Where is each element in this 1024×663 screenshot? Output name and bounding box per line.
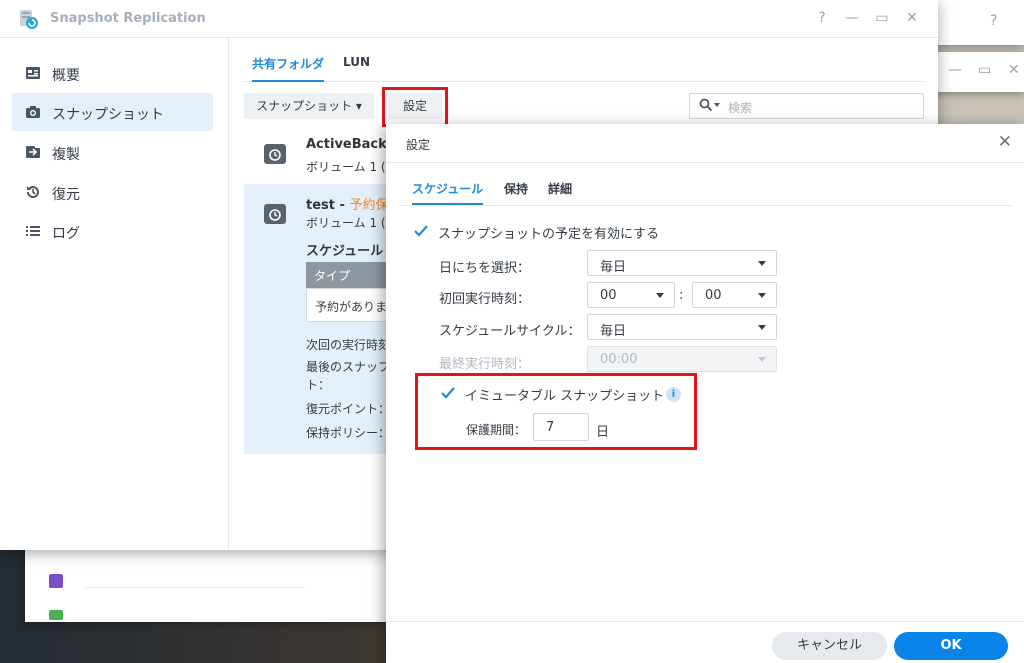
detail-last-snapshot-cont: ト：: [306, 378, 331, 392]
detail-retention-policy: 保持ポリシー：: [306, 426, 391, 440]
last-run-select-value: 00:00: [600, 352, 638, 367]
hour-select-value: 00: [600, 288, 617, 303]
minimize-icon[interactable]: —: [844, 10, 860, 26]
overview-icon: [26, 67, 40, 79]
app-icon: [49, 574, 63, 588]
search-box[interactable]: 検索: [689, 93, 924, 119]
tab-shared-folder[interactable]: 共有フォルダ: [252, 55, 325, 82]
last-run-label: 最終実行時刻：: [439, 357, 531, 372]
snapshot-dropdown-button[interactable]: スナップショット ▾: [244, 93, 374, 119]
sidebar-item-label: 復元: [52, 187, 80, 203]
search-icon: [699, 98, 713, 112]
last-run-select: 00:00: [587, 346, 777, 372]
tab-lun[interactable]: LUN: [343, 55, 370, 69]
sidebar-item-overview[interactable]: 概要: [12, 54, 213, 92]
table-cell: 予約がありま: [315, 300, 388, 314]
chevron-down-icon: [758, 357, 766, 362]
maximize-icon[interactable]: ▭: [874, 10, 890, 26]
tab-schedule[interactable]: スケジュール: [412, 180, 484, 205]
sidebar-item-label: 複製: [52, 147, 80, 163]
ok-button[interactable]: OK: [894, 632, 1008, 660]
cycle-select-value: 毎日: [600, 324, 627, 339]
date-label: 日にちを選択：: [439, 261, 531, 276]
background-window-top[interactable]: ?: [930, 0, 1024, 45]
dialog-title: 設定: [406, 138, 431, 152]
tab-retention[interactable]: 保持: [504, 180, 528, 197]
window-title: Snapshot Replication: [50, 11, 206, 26]
sidebar-item-label: 概要: [52, 68, 80, 84]
cycle-select[interactable]: 毎日: [587, 314, 777, 340]
log-icon: [26, 226, 40, 236]
background-window-second[interactable]: — ▭ ✕: [930, 52, 1024, 92]
shared-folder-snapshot-icon: [264, 144, 286, 164]
enable-schedule-label: スナップショットの予定を有効にする: [438, 227, 660, 242]
cancel-button[interactable]: キャンセル: [772, 632, 887, 660]
minimize-icon[interactable]: —: [948, 62, 962, 78]
sidebar: 概要 スナップショット 複製 復元 ログ: [0, 38, 229, 550]
tab-bar: 共有フォルダ LUN: [244, 38, 924, 82]
close-icon[interactable]: ✕: [904, 10, 920, 26]
restore-icon: [26, 186, 39, 199]
chevron-down-icon: [758, 293, 766, 298]
chevron-down-icon: [656, 293, 664, 298]
minute-select-value: 00: [705, 288, 722, 303]
sidebar-item-snapshot[interactable]: スナップショット: [12, 93, 213, 131]
cycle-label: スケジュールサイクル：: [439, 324, 581, 339]
enable-schedule-checkbox[interactable]: [413, 223, 429, 239]
chevron-down-icon: [714, 103, 720, 107]
table-header-type: タイプ: [314, 269, 351, 283]
search-placeholder: 検索: [728, 101, 753, 115]
replication-icon: [26, 146, 40, 158]
detail-next-run: 次回の実行時刻: [306, 338, 391, 352]
chevron-down-icon: [758, 325, 766, 330]
list-item-subtitle: ボリューム 1 (: [306, 216, 386, 230]
first-run-label: 初回実行時刻：: [439, 292, 531, 307]
settings-dialog: 設定 ✕ スケジュール 保持 詳細 スナップショットの予定を有効にする 日にちを…: [386, 124, 1024, 663]
detail-restore-points: 復元ポイント：: [306, 402, 391, 416]
highlight-settings-button: [382, 87, 448, 127]
tab-advanced[interactable]: 詳細: [548, 180, 572, 197]
divider: [386, 162, 1024, 163]
chevron-down-icon: [758, 261, 766, 266]
title-bar[interactable]: Snapshot Replication ? — ▭ ✕: [0, 0, 938, 38]
help-icon[interactable]: ?: [814, 10, 830, 26]
shared-folder-snapshot-icon: [264, 204, 286, 224]
divider: [400, 205, 1012, 206]
sidebar-item-label: スナップショット: [52, 107, 164, 123]
sidebar-item-log[interactable]: ログ: [12, 212, 213, 250]
list-item-title: ActiveBacku: [306, 137, 397, 152]
schedule-heading: スケジュール: [306, 244, 384, 259]
highlight-immutable-section: [415, 373, 697, 450]
sidebar-item-label: ログ: [52, 226, 80, 242]
maximize-icon[interactable]: ▭: [978, 62, 991, 78]
minute-select[interactable]: 00: [692, 282, 777, 308]
background-window-lower[interactable]: [25, 540, 387, 622]
app-icon: [49, 610, 63, 620]
camera-icon: [26, 106, 40, 118]
close-icon[interactable]: ✕: [998, 132, 1012, 152]
sidebar-item-replication[interactable]: 複製: [12, 133, 213, 171]
help-icon[interactable]: ?: [990, 13, 997, 29]
snapshot-replication-app-icon: [20, 10, 38, 29]
detail-last-snapshot: 最後のスナップ: [306, 360, 391, 374]
divider: [386, 621, 1024, 622]
date-select-value: 毎日: [600, 260, 627, 275]
hour-select[interactable]: 00: [587, 282, 675, 308]
close-icon[interactable]: ✕: [1008, 62, 1020, 78]
list-item-subtitle: ボリューム 1 (: [306, 160, 386, 174]
sidebar-item-restore[interactable]: 復元: [12, 173, 213, 211]
time-separator: :: [679, 288, 684, 303]
date-select[interactable]: 毎日: [587, 250, 777, 276]
